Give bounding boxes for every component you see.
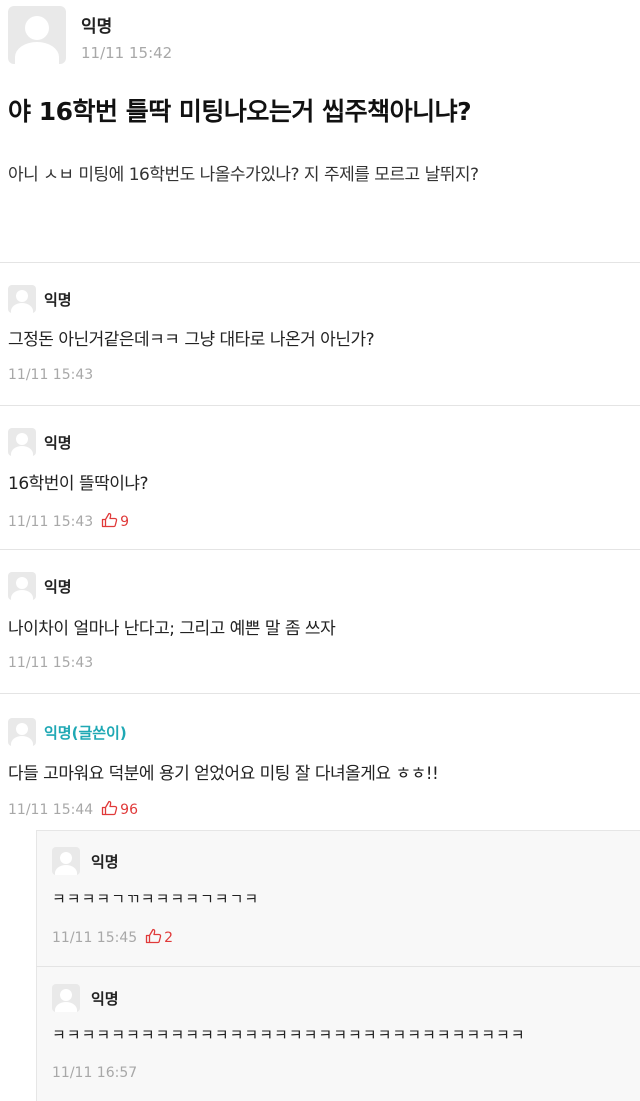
comment-meta: 11/11 15:43 9: [8, 512, 129, 530]
comment-author: 익명: [44, 434, 72, 452]
comment-text: 그정돈 아닌거같은데ㅋㅋ 그냥 대타로 나온거 아닌가?: [8, 330, 375, 350]
thumbs-up-icon: [102, 800, 118, 816]
comment-item: 익명 16학번이 뜰딱이냐? 11/11 15:43 9: [0, 405, 640, 549]
like-count: 9: [120, 514, 130, 530]
comment-item: 익명(글쓴이) 다들 고마워요 덕분에 용기 얻었어요 미팅 잘 다녀올게요 ㅎ…: [0, 693, 640, 830]
reply-author: 익명: [91, 853, 119, 871]
like-count: 2: [164, 930, 174, 946]
reply-meta: 11/11 15:45 2: [52, 928, 173, 946]
reply-avatar-icon: [52, 984, 80, 1012]
post-title: 야 16학번 틀딱 미팅나오는거 씹주책아니냐?: [8, 97, 472, 126]
like-button[interactable]: 96: [101, 800, 138, 818]
like-count: 96: [120, 802, 138, 818]
comment-avatar-icon: [8, 428, 36, 456]
post-avatar-icon: [8, 6, 66, 64]
comment-avatar-icon: [8, 285, 36, 313]
post-time: 11/11 15:42: [81, 44, 173, 62]
reply-time: 11/11 16:57: [52, 1065, 138, 1081]
like-button[interactable]: 2: [145, 928, 174, 946]
comment-time: 11/11 15:43: [8, 367, 94, 383]
comment-meta: 11/11 15:44 96: [8, 800, 138, 818]
reply-text: ㅋㅋㅋㅋㄱㄲㅋㅋㅋㅋㄱㅋㄱㅋ: [52, 890, 260, 908]
reply-avatar-icon: [52, 847, 80, 875]
reply-meta: 11/11 16:57: [52, 1065, 137, 1081]
comment-avatar-icon: [8, 718, 36, 746]
post-header: 익명 11/11 15:42: [8, 6, 608, 66]
comment-author-op: 익명(글쓴이): [44, 724, 127, 742]
comment-author: 익명: [44, 291, 72, 309]
reply-author: 익명: [91, 990, 119, 1008]
comment-meta: 11/11 15:43: [8, 655, 93, 671]
comment-item: 익명 나이차이 얼마나 난다고; 그리고 예쁜 말 좀 쓰자 11/11 15:…: [0, 549, 640, 693]
reply-item: 익명 ㅋㅋㅋㅋㅋㅋㅋㅋㅋㅋㅋㅋㅋㅋㅋㅋㅋㅋㅋㅋㅋㅋㅋㅋㅋㅋㅋㅋㅋㅋㅋㅋ 11/1…: [36, 966, 640, 1100]
thumbs-up-icon: [146, 928, 162, 944]
thumbs-up-icon: [102, 512, 118, 528]
comment-time: 11/11 15:44: [8, 802, 94, 818]
comment-item: 익명 그정돈 아닌거같은데ㅋㅋ 그냥 대타로 나온거 아닌가? 11/11 15…: [0, 262, 640, 405]
comment-text: 16학번이 뜰딱이냐?: [8, 474, 149, 494]
reply-text: ㅋㅋㅋㅋㅋㅋㅋㅋㅋㅋㅋㅋㅋㅋㅋㅋㅋㅋㅋㅋㅋㅋㅋㅋㅋㅋㅋㅋㅋㅋㅋㅋ: [52, 1026, 526, 1044]
comment-time: 11/11 15:43: [8, 514, 94, 530]
post-author: 익명: [81, 17, 113, 37]
comment-text: 나이차이 얼마나 난다고; 그리고 예쁜 말 좀 쓰자: [8, 619, 336, 639]
comment-meta: 11/11 15:43: [8, 367, 93, 383]
reply-time: 11/11 15:45: [52, 930, 138, 946]
reply-item: 익명 ㅋㅋㅋㅋㄱㄲㅋㅋㅋㅋㄱㅋㄱㅋ 11/11 15:45 2: [36, 830, 640, 966]
like-button[interactable]: 9: [101, 512, 130, 530]
comment-text: 다들 고마워요 덕분에 용기 얻었어요 미팅 잘 다녀올게요 ㅎㅎ!!: [8, 764, 439, 784]
comment-avatar-icon: [8, 572, 36, 600]
comment-author: 익명: [44, 578, 72, 596]
post-body: 아니 ㅅㅂ 미팅에 16학번도 나올수가있나? 지 주제를 모르고 날뛰지?: [8, 165, 479, 185]
comment-time: 11/11 15:43: [8, 655, 94, 671]
